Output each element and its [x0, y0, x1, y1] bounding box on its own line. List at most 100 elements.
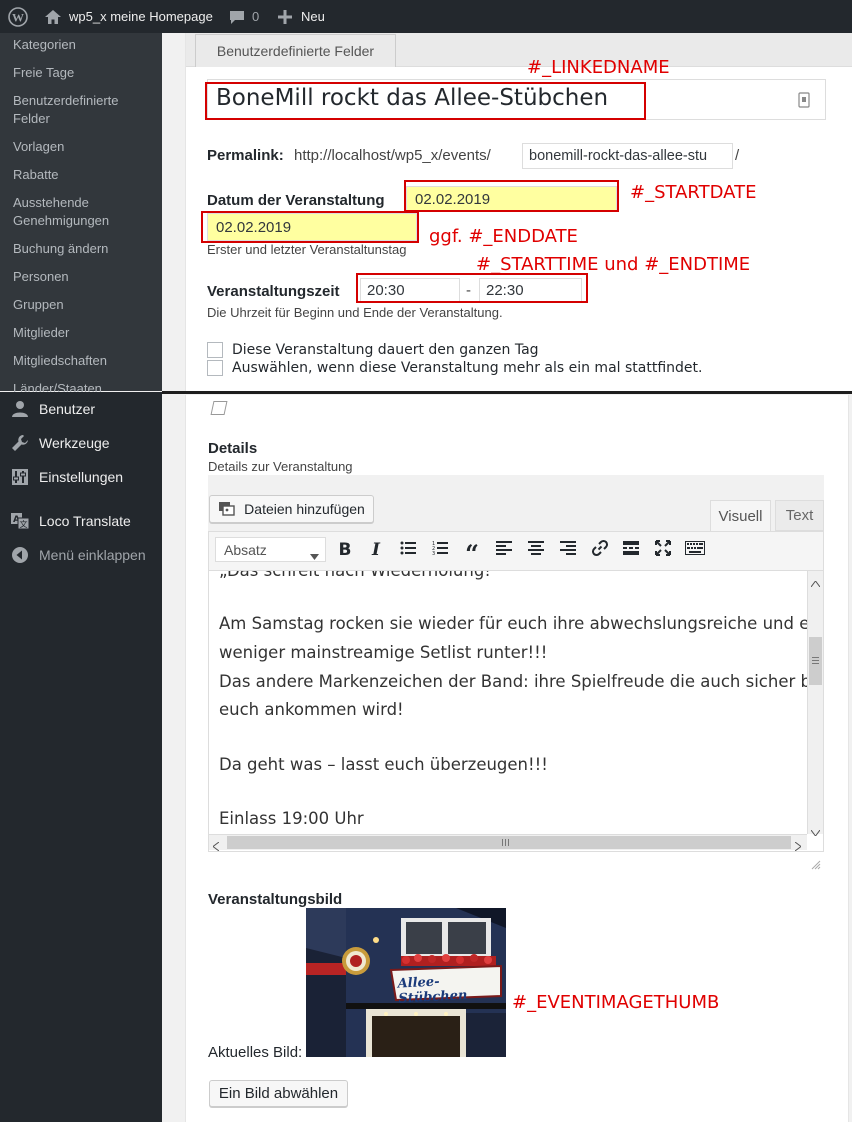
align-right-icon — [560, 540, 576, 560]
sign-text: Allee-Stübchen — [397, 974, 468, 1007]
details-heading: Details — [208, 440, 258, 457]
date-label: Datum der Veranstaltung — [207, 192, 385, 209]
tab-visual[interactable]: Visuell — [710, 500, 771, 532]
sidebar-item-rabatte[interactable]: Rabatte — [13, 166, 59, 184]
annotation-enddate: ggf. #_ENDDATE — [429, 226, 578, 247]
sidebar-item-werkzeuge[interactable]: Werkzeuge — [10, 431, 110, 455]
read-more-button[interactable] — [620, 539, 642, 561]
details-subheading: Details zur Veranstaltung — [208, 459, 353, 474]
scroll-down-icon[interactable] — [810, 823, 821, 841]
annotation-box-startdate — [404, 180, 619, 212]
editor-paragraph: Da geht was – lasst euch überzeugen!!! — [219, 755, 548, 774]
editor-vertical-scrollbar[interactable] — [807, 571, 823, 837]
annotation-times: #_STARTTIME und #_ENDTIME — [476, 254, 751, 275]
editor-paragraph: „Das schreit nach Wiederholung! — [219, 571, 491, 580]
new-content-link[interactable]: Neu — [301, 0, 325, 33]
event-image-thumbnail[interactable]: Allee-Stübchen — [306, 908, 506, 1057]
sidebar-item-vorlagen[interactable]: Vorlagen — [13, 138, 64, 156]
format-select-value: Absatz — [224, 541, 267, 558]
toolbar-toggle-button[interactable] — [684, 539, 706, 561]
numbered-list-button[interactable]: 123 — [429, 539, 451, 561]
wordpress-logo-icon[interactable]: W — [8, 0, 28, 33]
align-center-button[interactable] — [525, 539, 547, 561]
svg-text:文: 文 — [20, 519, 28, 529]
sidebar-item-label: Benutzer — [39, 401, 96, 417]
comments-icon[interactable] — [229, 0, 245, 33]
allday-checkbox[interactable] — [207, 342, 223, 358]
tab-custom-fields[interactable]: Benutzerdefinierte Felder — [195, 34, 396, 67]
sidebar-item-kategorien[interactable]: Kategorien — [13, 36, 76, 54]
home-icon[interactable] — [44, 0, 62, 33]
time-hint: Die Uhrzeit für Beginn und Ende der Vera… — [207, 305, 503, 320]
settings-sliders-icon — [10, 467, 30, 487]
editor-paragraph: euch ankommen wird! — [219, 700, 404, 719]
collapse-menu-button[interactable]: Menü einklappen — [10, 543, 146, 567]
sidebar-item-einstellungen[interactable]: Einstellungen — [10, 465, 123, 489]
sidebar-item-benutzer[interactable]: Benutzer — [10, 397, 95, 421]
format-select[interactable]: Absatz — [215, 537, 326, 562]
password-field-icon[interactable] — [798, 92, 810, 113]
sidebar-item-loco-translate[interactable]: A文 Loco Translate — [10, 509, 131, 533]
scroll-up-icon[interactable] — [810, 574, 821, 592]
fullscreen-button[interactable] — [652, 539, 674, 561]
svg-text:3: 3 — [432, 551, 435, 555]
annotation-box-times — [356, 273, 588, 303]
fullscreen-icon — [655, 539, 671, 561]
partial-checkbox[interactable] — [210, 401, 228, 415]
sidebar-submenu: Kategorien Freie Tage Benutzerdefinierte… — [0, 33, 162, 396]
sidebar-item-mitgliedschaften[interactable]: Mitgliedschaften — [13, 352, 107, 370]
site-name-link[interactable]: wp5_x meine Homepage — [69, 0, 213, 33]
editor-paragraph: Einlass 19:00 Uhr — [219, 809, 364, 828]
tab-text[interactable]: Text — [775, 500, 824, 531]
resize-handle-icon[interactable] — [811, 857, 821, 875]
insert-link-button[interactable] — [589, 539, 611, 561]
italic-icon: I — [372, 540, 380, 560]
sidebar-main-menu: Benutzer Werkzeuge Einstellungen A文 Loco… — [0, 392, 162, 1122]
align-right-button[interactable] — [557, 539, 579, 561]
svg-text:W: W — [12, 10, 24, 24]
bold-button[interactable]: B — [334, 539, 356, 561]
comments-count[interactable]: 0 — [252, 0, 259, 33]
annotation-startdate: #_STARTDATE — [630, 182, 757, 203]
sidebar-item-change-booking[interactable]: Buchung ändern — [13, 240, 108, 258]
wrench-icon — [10, 433, 30, 453]
blockquote-button[interactable]: “ — [461, 539, 483, 566]
scroll-thumb[interactable] — [809, 637, 822, 685]
scroll-right-icon[interactable] — [794, 838, 802, 856]
annotation-box-linkedname — [205, 82, 646, 120]
italic-button[interactable]: I — [365, 539, 387, 561]
sidebar-item-personen[interactable]: Personen — [13, 268, 69, 286]
bullet-list-button[interactable] — [397, 539, 419, 561]
sidebar-item-gruppen[interactable]: Gruppen — [13, 296, 64, 314]
screenshot-divider — [162, 391, 852, 394]
sidebar-item-custom-fields[interactable]: Benutzerdefinierte Felder — [13, 92, 143, 128]
sidebar-item-mitglieder[interactable]: Mitglieder — [13, 324, 69, 342]
remove-image-button[interactable]: Ein Bild abwählen — [209, 1080, 348, 1107]
recurring-label: Auswählen, wenn diese Veranstaltung mehr… — [232, 360, 703, 376]
keyboard-icon — [685, 540, 705, 560]
recurring-checkbox[interactable] — [207, 360, 223, 376]
annotation-imagethumb: #_EVENTIMAGETHUMB — [512, 992, 720, 1013]
admin-bar: W wp5_x meine Homepage 0 Neu — [0, 0, 852, 33]
read-more-icon — [623, 540, 639, 560]
align-left-icon — [496, 540, 512, 560]
permalink-slug-input[interactable]: bonemill-rockt-das-allee-stu — [522, 143, 733, 169]
sidebar-item-freie-tage[interactable]: Freie Tage — [13, 64, 74, 82]
allday-label: Diese Veranstaltung dauert den ganzen Ta… — [232, 342, 539, 358]
sidebar-item-label: Loco Translate — [39, 513, 131, 529]
blockquote-icon: “ — [465, 539, 479, 568]
align-left-button[interactable] — [493, 539, 515, 561]
current-image-label: Aktuelles Bild: — [208, 1044, 303, 1061]
permalink-label: Permalink: — [207, 147, 284, 164]
editor-horizontal-scrollbar[interactable] — [209, 834, 807, 852]
chevron-down-icon — [310, 547, 319, 563]
add-media-button[interactable]: Dateien hinzufügen — [209, 495, 374, 523]
plus-icon[interactable] — [278, 0, 292, 33]
translate-icon: A文 — [10, 511, 30, 531]
h-scroll-thumb[interactable] — [227, 836, 791, 849]
add-media-icon — [218, 501, 236, 517]
sidebar-item-pending-approvals[interactable]: Ausstehende Genehmigungen — [13, 194, 133, 230]
editor-content[interactable]: „Das schreit nach Wiederholung! Am Samst… — [209, 571, 807, 834]
scroll-left-icon[interactable] — [212, 838, 220, 856]
editor-paragraph: Am Samstag rocken sie wieder für euch ih… — [219, 614, 807, 633]
